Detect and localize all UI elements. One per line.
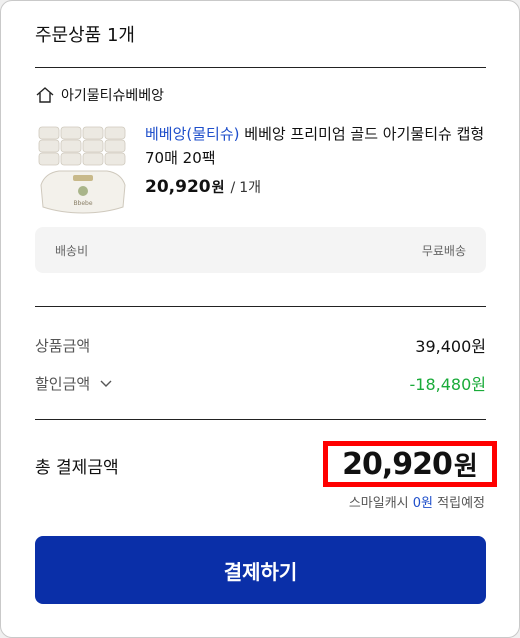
discount-amount-label: 할인금액 <box>35 374 91 393</box>
product-price-row: 20,920 원 / 1개 <box>145 177 261 197</box>
total-payment-label: 총 결제금액 <box>35 458 119 478</box>
smile-cash-suffix: 적립예정 <box>437 496 485 511</box>
product-price-unit: 원 <box>211 180 225 196</box>
divider <box>35 67 486 68</box>
order-summary-card: 주문상품 1개 아기물티슈베베앙 Bbebe 베베앙(물티슈) 베베앙 프리미엄… <box>0 0 520 638</box>
total-amount-number: 20,920 <box>342 446 453 482</box>
thumbnail-label: Bbebe <box>73 200 92 207</box>
discount-amount-value: -18,480원 <box>409 375 486 394</box>
store-link[interactable]: 아기물티슈베베앙 <box>35 85 164 105</box>
product-amount-row: 상품금액 39,400원 <box>35 333 486 357</box>
order-items-title: 주문상품 1개 <box>35 25 135 46</box>
discount-toggle[interactable]: 할인금액 <box>35 373 113 394</box>
product-quantity: 1개 <box>239 180 262 196</box>
smile-cash-note: 스마일캐시 0원 적립예정 <box>349 492 485 511</box>
smile-cash-prefix: 스마일캐시 <box>348 496 409 511</box>
shipping-fee-value: 무료배송 <box>421 243 466 258</box>
product-amount-value: 39,400원 <box>415 337 486 356</box>
divider <box>35 419 486 420</box>
store-name: 아기물티슈베베앙 <box>61 88 165 104</box>
smile-cash-amount: 0원 <box>412 496 434 511</box>
pay-button[interactable]: 결제하기 <box>35 536 486 604</box>
home-icon <box>35 87 55 103</box>
product-price: 20,920 <box>145 177 211 197</box>
total-amount-unit: 원 <box>453 451 478 482</box>
shipping-fee-box: 배송비 무료배송 <box>35 227 486 273</box>
product-thumbnail[interactable]: Bbebe <box>35 121 131 217</box>
discount-amount-row: 할인금액 -18,480원 <box>35 371 486 395</box>
chevron-down-icon <box>99 375 113 393</box>
shipping-fee-label: 배송비 <box>55 243 89 258</box>
product-amount-label: 상품금액 <box>35 336 91 355</box>
total-payment-amount: 20,920 원 <box>323 441 497 487</box>
product-brand[interactable]: 베베앙(물티슈) <box>145 125 240 143</box>
product-name[interactable]: 베베앙(물티슈) 베베앙 프리미엄 골드 아기물티슈 캡형 70매 20팩 <box>145 122 490 170</box>
divider <box>35 306 486 307</box>
price-separator: / <box>230 180 236 196</box>
